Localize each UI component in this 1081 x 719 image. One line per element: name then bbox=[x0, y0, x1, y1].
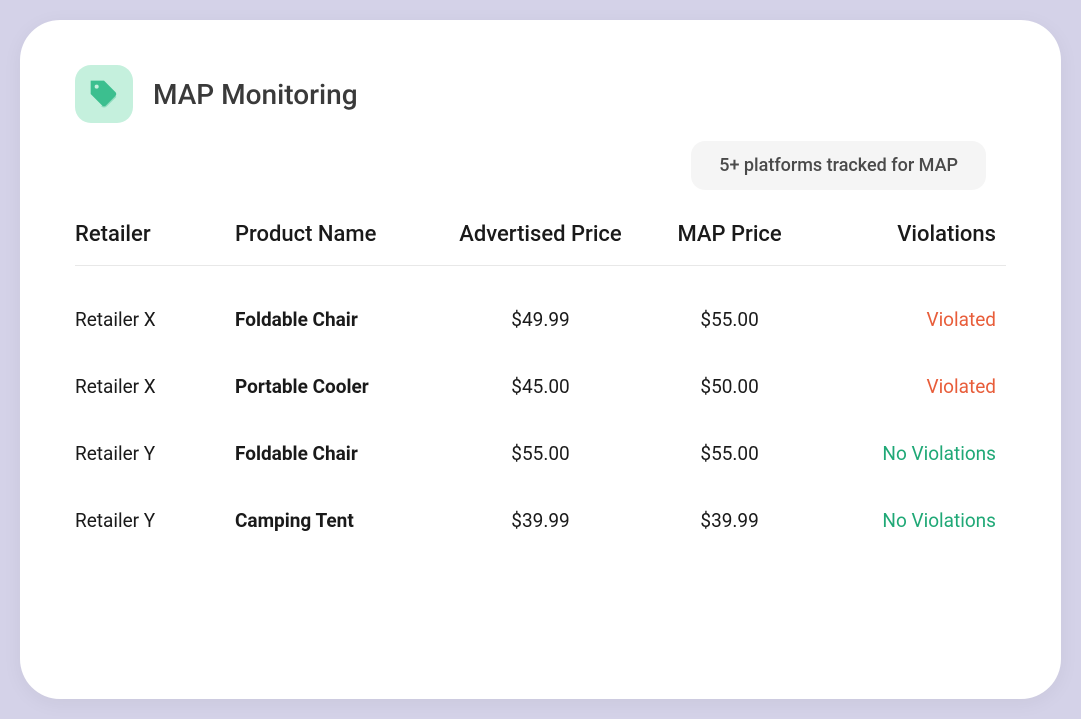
table-row: Retailer Y Foldable Chair $55.00 $55.00 … bbox=[75, 420, 1006, 487]
table-header: Retailer Product Name Advertised Price M… bbox=[75, 222, 1006, 266]
price-tag-icon-box bbox=[75, 65, 133, 123]
cell-advertised-price: $55.00 bbox=[439, 442, 643, 465]
cell-map-price: $50.00 bbox=[642, 375, 817, 398]
price-tag-icon bbox=[88, 78, 120, 110]
cell-advertised-price: $49.99 bbox=[439, 308, 643, 331]
cell-map-price: $55.00 bbox=[642, 442, 817, 465]
cell-product: Camping Tent bbox=[235, 509, 439, 532]
page-title: MAP Monitoring bbox=[153, 78, 358, 111]
cell-advertised-price: $45.00 bbox=[439, 375, 643, 398]
card-header: MAP Monitoring bbox=[75, 65, 1006, 123]
column-header-violations: Violations bbox=[817, 222, 1006, 247]
table-body: Retailer X Foldable Chair $49.99 $55.00 … bbox=[75, 266, 1006, 554]
column-header-price: Advertised Price bbox=[439, 222, 643, 247]
cell-violation-status: Violated bbox=[817, 375, 1006, 398]
cell-product: Foldable Chair bbox=[235, 442, 439, 465]
cell-retailer: Retailer Y bbox=[75, 442, 235, 465]
cell-retailer: Retailer X bbox=[75, 308, 235, 331]
badge-row: 5+ platforms tracked for MAP bbox=[75, 141, 1006, 190]
cell-advertised-price: $39.99 bbox=[439, 509, 643, 532]
cell-violation-status: Violated bbox=[817, 308, 1006, 331]
cell-retailer: Retailer X bbox=[75, 375, 235, 398]
column-header-retailer: Retailer bbox=[75, 222, 235, 247]
cell-product: Portable Cooler bbox=[235, 375, 439, 398]
cell-retailer: Retailer Y bbox=[75, 509, 235, 532]
map-monitoring-card: MAP Monitoring 5+ platforms tracked for … bbox=[20, 20, 1061, 699]
map-table: Retailer Product Name Advertised Price M… bbox=[75, 222, 1006, 554]
cell-map-price: $39.99 bbox=[642, 509, 817, 532]
cell-violation-status: No Violations bbox=[817, 442, 1006, 465]
column-header-map: MAP Price bbox=[642, 222, 817, 247]
platforms-tracked-badge: 5+ platforms tracked for MAP bbox=[691, 141, 986, 190]
table-row: Retailer Y Camping Tent $39.99 $39.99 No… bbox=[75, 487, 1006, 554]
cell-product: Foldable Chair bbox=[235, 308, 439, 331]
cell-violation-status: No Violations bbox=[817, 509, 1006, 532]
table-row: Retailer X Foldable Chair $49.99 $55.00 … bbox=[75, 286, 1006, 353]
column-header-product: Product Name bbox=[235, 222, 439, 247]
cell-map-price: $55.00 bbox=[642, 308, 817, 331]
table-row: Retailer X Portable Cooler $45.00 $50.00… bbox=[75, 353, 1006, 420]
